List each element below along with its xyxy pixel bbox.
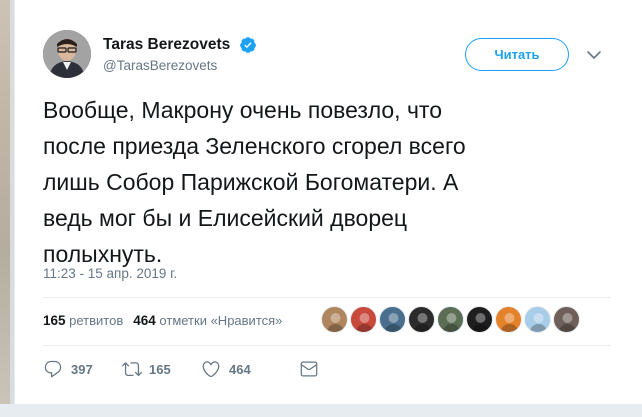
likes-label: отметки «Нравится» (159, 313, 283, 328)
likes-stat[interactable]: 464 отметки «Нравится» (133, 313, 282, 328)
liker-avatar-5[interactable] (437, 306, 464, 333)
like-count: 464 (229, 362, 251, 377)
page-bottom-band (0, 404, 642, 417)
liker-avatar-image (384, 313, 403, 332)
tweet-card: Taras Berezovets @TarasBerezovets Читать… (15, 0, 642, 417)
author-info: Taras Berezovets @TarasBerezovets (103, 36, 257, 73)
liker-avatar-image (558, 313, 577, 332)
reply-icon (44, 360, 62, 378)
tweet-text: Вообще, Макрону очень повезло, что после… (43, 97, 466, 267)
liker-avatar-3[interactable] (379, 306, 406, 333)
liker-avatar-image (326, 313, 345, 332)
liker-avatar-9[interactable] (553, 306, 580, 333)
avatar-image (43, 30, 91, 78)
author-avatar[interactable] (43, 30, 91, 78)
retweets-count: 165 (43, 313, 66, 328)
liker-avatar-8[interactable] (524, 306, 551, 333)
author-handle[interactable]: @TarasBerezovets (103, 58, 257, 73)
heart-icon (202, 361, 220, 378)
divider-bottom (43, 345, 611, 346)
author-display-name[interactable]: Taras Berezovets (103, 36, 230, 54)
liker-avatar-7[interactable] (495, 306, 522, 333)
reply-count: 397 (71, 362, 93, 377)
retweets-label: ретвитов (69, 313, 124, 328)
liker-avatar-image (500, 313, 519, 332)
liker-avatar-image (442, 313, 461, 332)
background-strip (0, 0, 14, 417)
liker-avatar-1[interactable] (321, 306, 348, 333)
likes-count: 464 (133, 313, 156, 328)
divider-top (43, 297, 611, 298)
envelope-icon (300, 361, 318, 377)
retweet-count: 165 (149, 362, 171, 377)
tweet-stats: 165 ретвитов 464 отметки «Нравится» (43, 313, 282, 328)
follow-button[interactable]: Читать (465, 38, 569, 71)
liker-avatar-image (471, 313, 490, 332)
verified-badge-icon (239, 37, 256, 53)
liker-avatar-image (413, 313, 432, 332)
retweets-stat[interactable]: 165 ретвитов (43, 313, 123, 328)
chevron-down-icon[interactable] (583, 46, 605, 64)
retweet-icon (122, 362, 142, 377)
tweet-timestamp[interactable]: 11:23 - 15 апр. 2019 г. (43, 266, 177, 281)
liker-avatar-image (529, 313, 548, 332)
liker-avatar-6[interactable] (466, 306, 493, 333)
liker-avatar-2[interactable] (350, 306, 377, 333)
liker-avatar-4[interactable] (408, 306, 435, 333)
background-image (0, 0, 10, 417)
liker-avatar-image (355, 313, 374, 332)
